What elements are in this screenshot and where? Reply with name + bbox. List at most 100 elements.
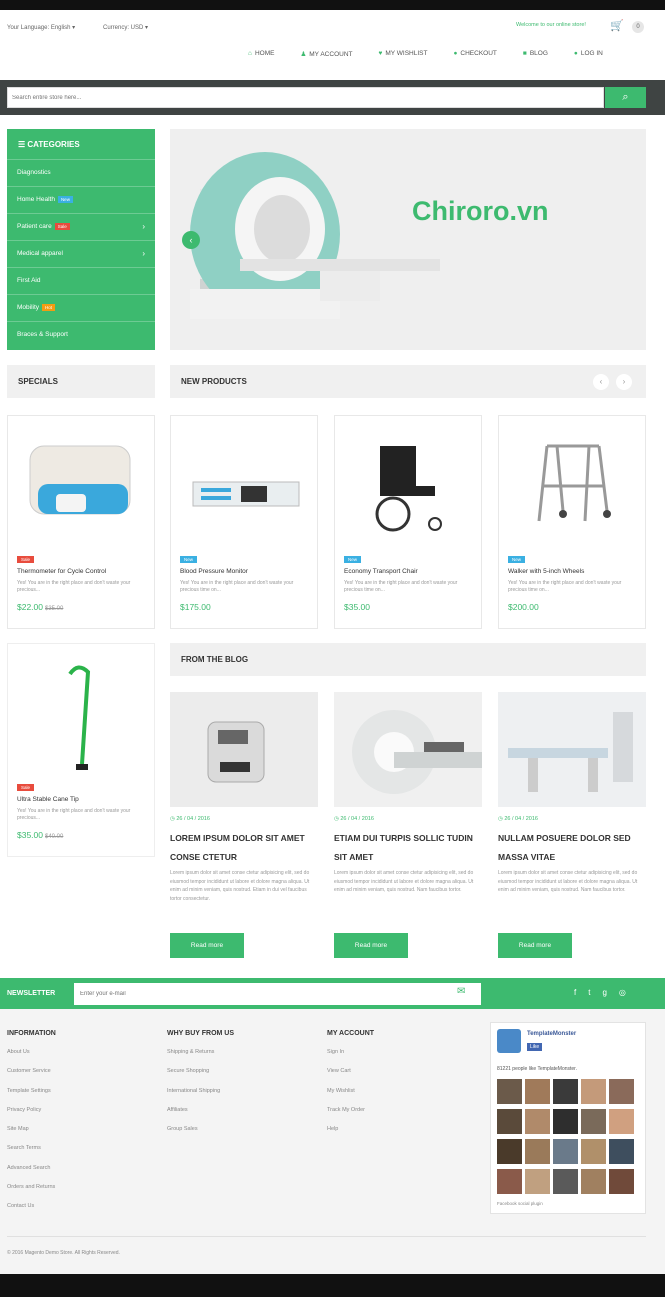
fb-fan-avatar[interactable]	[553, 1109, 578, 1134]
blog-image[interactable]	[334, 692, 482, 807]
fb-fan-avatar[interactable]	[525, 1109, 550, 1134]
footer-link[interactable]: View Cart	[327, 1068, 374, 1087]
footer-link[interactable]: Help	[327, 1126, 374, 1145]
read-more-button[interactable]: Read more	[170, 933, 244, 958]
cart-icon[interactable]: 🛒	[610, 19, 624, 32]
category-item[interactable]: Diagnostics	[7, 159, 155, 186]
products-prev-button[interactable]: ‹	[593, 374, 609, 390]
instagram-icon[interactable]: ◎	[619, 988, 626, 997]
footer-my-account: MY ACCOUNT Sign In View Cart My Wishlist Tra…	[327, 1030, 374, 1145]
product-card[interactable]: New Walker with 5-inch Wheels Yes! You a…	[498, 415, 646, 629]
product-card[interactable]: Sale Ultra Stable Cane Tip Yes! You are …	[7, 643, 155, 857]
footer-link[interactable]: About Us	[7, 1049, 56, 1068]
blog-excerpt: Lorem ipsum dolor sit amet conse ctetur …	[170, 870, 310, 902]
hero-banner[interactable]	[170, 129, 646, 350]
footer-link[interactable]: International Shipping	[167, 1088, 234, 1107]
category-item[interactable]: Mobility Hot	[7, 294, 155, 321]
category-item[interactable]: Braces & Support	[7, 321, 155, 348]
footer-link[interactable]: Customer Service	[7, 1068, 56, 1087]
fb-fan-avatar[interactable]	[581, 1079, 606, 1104]
footer-link[interactable]: Privacy Policy	[7, 1107, 56, 1126]
fb-fan-avatar[interactable]	[497, 1139, 522, 1164]
footer-link[interactable]: Contact Us	[7, 1203, 56, 1222]
fb-fan-avatar[interactable]	[553, 1139, 578, 1164]
category-item[interactable]: Medical apparel ›	[7, 240, 155, 267]
search-button[interactable]: ⌕	[605, 87, 646, 108]
footer-link[interactable]: Template Settings	[7, 1088, 56, 1107]
read-more-button[interactable]: Read more	[334, 933, 408, 958]
product-name[interactable]: Ultra Stable Cane Tip	[17, 796, 79, 803]
footer-link[interactable]: Group Sales	[167, 1126, 234, 1145]
fb-fan-avatar[interactable]	[497, 1079, 522, 1104]
envelope-icon[interactable]: ✉	[457, 986, 465, 997]
fb-page-name[interactable]: TemplateMonster	[527, 1031, 576, 1037]
banner-prev-button[interactable]: ‹	[182, 231, 200, 249]
product-name[interactable]: Thermometer for Cycle Control	[17, 568, 106, 575]
blog-excerpt: Lorem ipsum dolor sit amet conse ctetur …	[334, 870, 474, 893]
blog-title[interactable]: NULLAM POSUERE DOLOR SED MASSA VITAE	[498, 829, 646, 867]
footer-link[interactable]: Affiliates	[167, 1107, 234, 1126]
product-card[interactable]: New Blood Pressure Monitor Yes! You are …	[170, 415, 318, 629]
language-selector[interactable]: Your Language: English ▾	[7, 24, 75, 31]
facebook-icon[interactable]: f	[574, 988, 576, 997]
category-item[interactable]: Home Health New	[7, 186, 155, 213]
currency-selector[interactable]: Currency: USD ▾	[103, 24, 148, 31]
fb-fan-avatar[interactable]	[581, 1109, 606, 1134]
footer-link[interactable]: Sign In	[327, 1049, 374, 1068]
fb-like-button[interactable]: Like	[527, 1043, 543, 1051]
newsletter-email-input[interactable]	[74, 983, 481, 1005]
cart-count-badge[interactable]: 0	[632, 21, 644, 33]
nav-home[interactable]: ⌂ HOME	[248, 50, 274, 58]
fb-fan-avatar[interactable]	[581, 1169, 606, 1194]
footer-link[interactable]: Site Map	[7, 1126, 56, 1145]
footer-link[interactable]: Shipping & Returns	[167, 1049, 234, 1068]
nav-blog[interactable]: ■ BLOG	[523, 50, 548, 58]
fb-fan-avatar[interactable]	[609, 1139, 634, 1164]
category-item[interactable]: First Aid	[7, 267, 155, 294]
fb-fan-avatar[interactable]	[525, 1169, 550, 1194]
product-name[interactable]: Walker with 5-inch Wheels	[508, 568, 584, 575]
read-more-button[interactable]: Read more	[498, 933, 572, 958]
category-label: Mobility	[17, 304, 40, 312]
fb-fan-avatar[interactable]	[497, 1109, 522, 1134]
blog-title[interactable]: LOREM IPSUM DOLOR SIT AMET CONSE CTETUR	[170, 829, 318, 867]
footer-link[interactable]: Search Terms	[7, 1145, 56, 1164]
welcome-message: Welcome to our online store!	[516, 22, 586, 28]
mri-scanner-image	[190, 152, 440, 319]
fb-fan-avatar[interactable]	[609, 1079, 634, 1104]
blog-title[interactable]: ETIAM DUI TURPIS SOLLIC TUDIN SIT AMET	[334, 829, 482, 867]
category-tag: New	[57, 196, 73, 203]
facebook-widget: TemplateMonster Like 81221 people like T…	[490, 1022, 646, 1214]
blog-image[interactable]	[170, 692, 318, 807]
footer-link[interactable]: Orders and Returns	[7, 1184, 56, 1203]
fb-fan-avatar[interactable]	[497, 1169, 522, 1194]
fb-fan-avatar[interactable]	[525, 1079, 550, 1104]
fb-fan-avatar[interactable]	[609, 1169, 634, 1194]
product-card[interactable]: New Economy Transport Chair Yes! You are…	[334, 415, 482, 629]
category-item[interactable]: Patient care Sale ›	[7, 213, 155, 240]
nav-my-wishlist[interactable]: ♥ MY WISHLIST	[378, 50, 427, 58]
product-name[interactable]: Economy Transport Chair	[344, 568, 418, 575]
fb-fan-avatar[interactable]	[609, 1109, 634, 1134]
fb-fan-avatar[interactable]	[525, 1139, 550, 1164]
product-card[interactable]: Sale Thermometer for Cycle Control Yes! …	[7, 415, 155, 629]
blog-image[interactable]	[498, 692, 646, 807]
footer-link[interactable]: Advanced Search	[7, 1165, 56, 1184]
product-name[interactable]: Blood Pressure Monitor	[180, 568, 248, 575]
new-badge: New	[180, 556, 198, 563]
search-input[interactable]	[7, 87, 604, 108]
google-plus-icon[interactable]: g	[602, 988, 606, 997]
fb-fan-avatar[interactable]	[553, 1079, 578, 1104]
footer-link[interactable]: Secure Shopping	[167, 1068, 234, 1087]
twitter-icon[interactable]: t	[588, 988, 590, 997]
category-label: Home Health	[17, 196, 55, 204]
nav-my-account[interactable]: ♟ MY ACCOUNT	[300, 50, 352, 58]
nav-log-in[interactable]: ● LOG IN	[574, 50, 603, 58]
fb-fan-avatar[interactable]	[581, 1139, 606, 1164]
fb-fan-avatar[interactable]	[553, 1169, 578, 1194]
fb-page-avatar	[497, 1029, 521, 1053]
nav-checkout[interactable]: ● CHECKOUT	[453, 50, 496, 58]
products-next-button[interactable]: ›	[616, 374, 632, 390]
footer-link[interactable]: My Wishlist	[327, 1088, 374, 1107]
footer-link[interactable]: Track My Order	[327, 1107, 374, 1126]
